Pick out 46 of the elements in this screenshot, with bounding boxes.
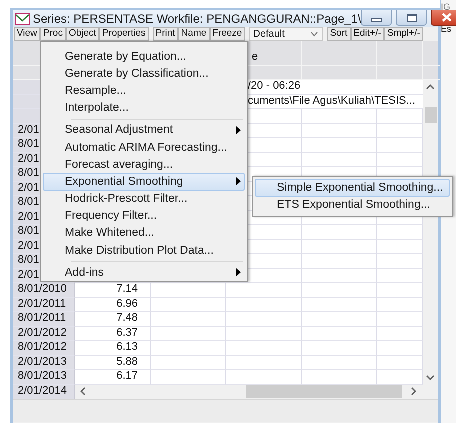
- menu-item[interactable]: Simple Exponential Smoothing...: [255, 179, 450, 196]
- row-label: 2/01/2011: [13, 298, 75, 312]
- horizontal-scrollbar[interactable]: [75, 384, 422, 398]
- sample-dropdown[interactable]: Default: [249, 27, 324, 41]
- toolbar-button[interactable]: View: [14, 27, 40, 41]
- window-title: Series: PERSENTASE Workfile: PENGANGGURAN::Page_1\: [33, 12, 362, 26]
- table-cell: 7.48: [75, 312, 151, 326]
- toolbar-button[interactable]: Properties: [99, 27, 149, 41]
- scroll-down-icon[interactable]: [426, 374, 435, 380]
- menu-item[interactable]: ETS Exponential Smoothing...: [255, 196, 450, 214]
- menu-item[interactable]: Exponential Smoothing: [43, 173, 245, 190]
- scrollbar-thumb[interactable]: [246, 385, 402, 398]
- row-label: 8/01/2011: [13, 312, 75, 326]
- envelope-icon: [15, 12, 30, 24]
- background-text: IG: [441, 2, 451, 12]
- menu-item[interactable]: Generate by Classification...: [43, 65, 245, 82]
- table-cell: 5.88: [75, 356, 151, 370]
- toolbar-button[interactable]: Sort: [327, 27, 351, 41]
- toolbar-button[interactable]: Smpl+/-: [384, 27, 424, 41]
- toolbar-button[interactable]: Name: [178, 27, 210, 41]
- table-cell: 6.96: [75, 298, 151, 312]
- toolbar-button[interactable]: Edit+/-: [350, 27, 384, 41]
- row-label: 8/01/2012: [13, 341, 75, 356]
- table-cell: 6.37: [75, 326, 151, 341]
- row-label: 2/01/2012: [13, 326, 75, 341]
- table-cell: 7.14: [75, 283, 151, 298]
- minimize-button[interactable]: [361, 10, 392, 26]
- table-cell: 6.13: [75, 341, 151, 356]
- toolbar-button[interactable]: Print: [152, 27, 178, 41]
- maximize-button[interactable]: [396, 10, 428, 26]
- scroll-right-icon[interactable]: [411, 387, 417, 396]
- dropdown-value: Default: [253, 28, 286, 40]
- background-text: Es: [441, 24, 452, 34]
- row-label: 8/01/2010: [13, 283, 75, 298]
- row-label: 2/01/2014: [13, 384, 75, 398]
- scroll-up-icon[interactable]: [426, 84, 435, 90]
- row-label: 8/01/2013: [13, 370, 75, 384]
- toolbar-button[interactable]: Freeze: [210, 27, 246, 41]
- scrollbar-thumb[interactable]: [424, 107, 436, 123]
- toolbar-button[interactable]: Object: [66, 27, 100, 41]
- row-label: 2/01/2013: [13, 356, 75, 370]
- caret-icon: [311, 32, 318, 36]
- toolbar-button[interactable]: Proc: [40, 27, 66, 41]
- scroll-left-icon[interactable]: [80, 387, 86, 396]
- close-button[interactable]: [431, 10, 456, 26]
- close-icon[interactable]: [442, 13, 452, 22]
